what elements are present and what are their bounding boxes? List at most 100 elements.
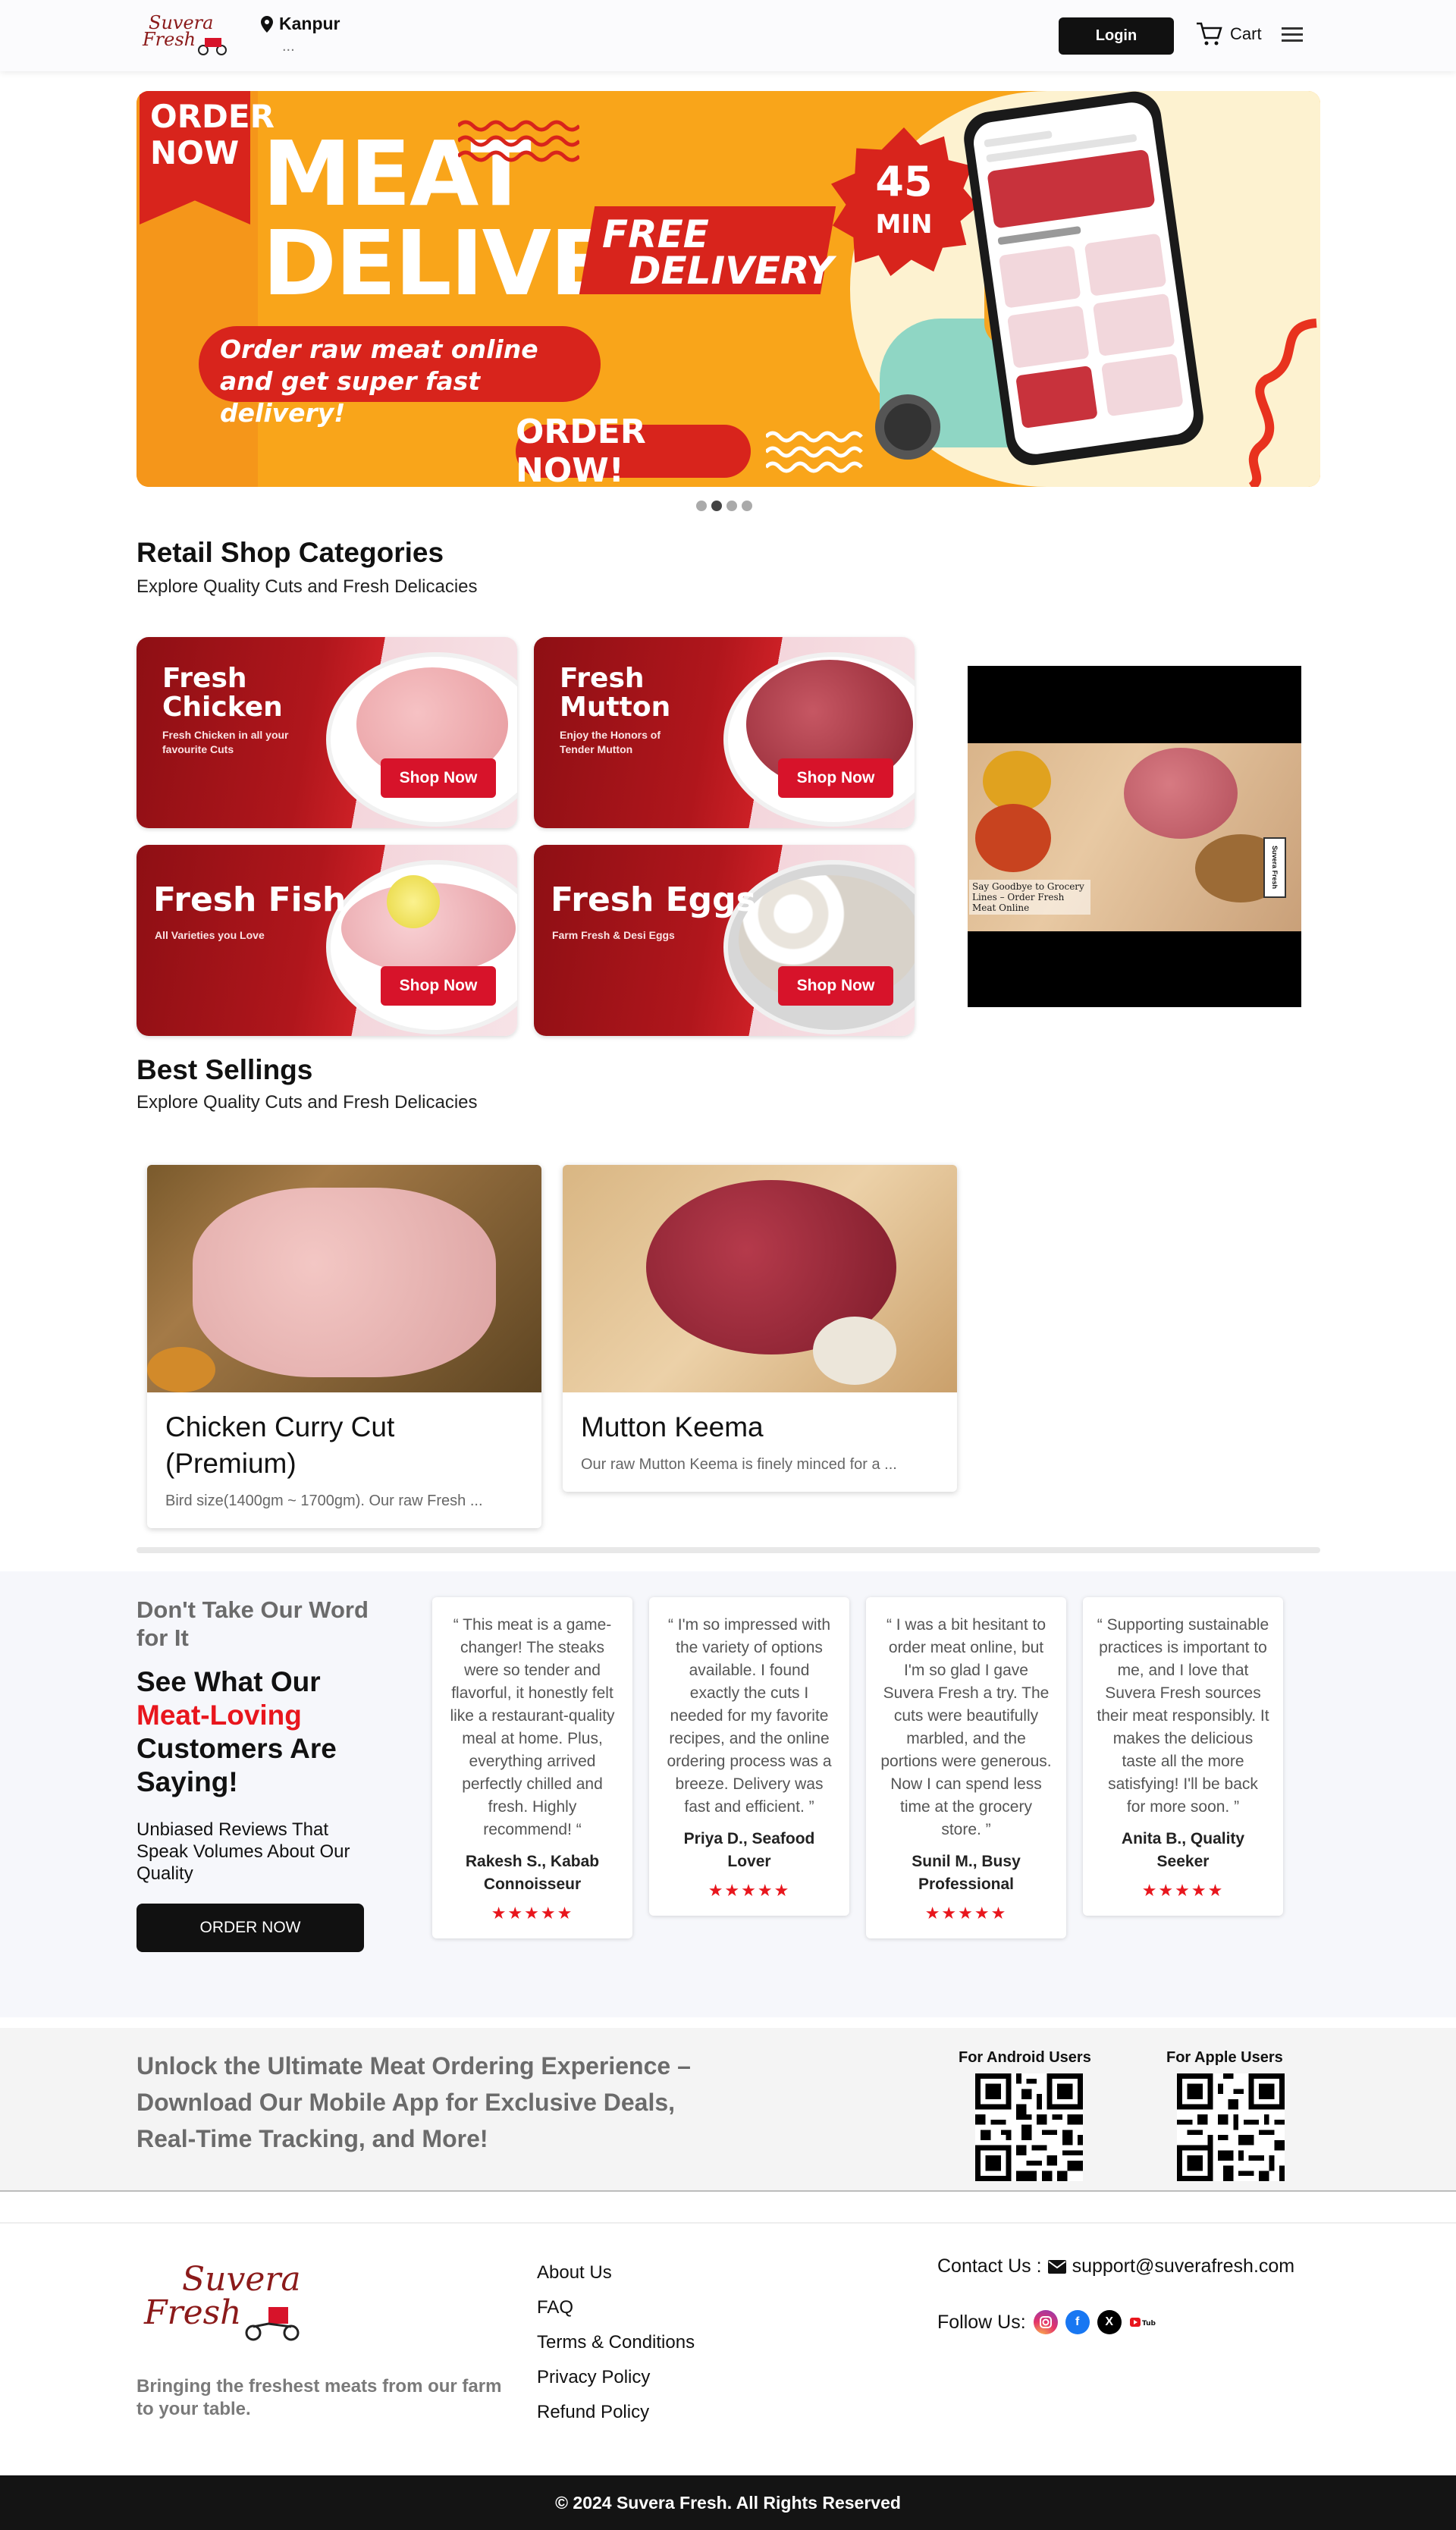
category-card-fish[interactable]: Fresh Fish All Varieties you Love Shop N…: [136, 845, 517, 1036]
category-title: Fresh Mutton: [560, 663, 671, 723]
category-title: Fresh Eggs: [551, 880, 756, 919]
shop-now-button[interactable]: Shop Now: [778, 758, 893, 798]
apple-qr-code-icon[interactable]: [1177, 2073, 1285, 2181]
location-subtext: ...: [282, 38, 295, 55]
location-city: Kanpur: [279, 14, 340, 33]
wave-decoration-icon: [766, 431, 863, 473]
swirl-decoration-icon: [1248, 319, 1317, 487]
follow-label: Follow Us:: [937, 2311, 1026, 2333]
facebook-icon[interactable]: f: [1065, 2310, 1090, 2334]
wave-decoration-icon: [458, 120, 579, 162]
free-delivery-badge: FREE DELIVERY: [579, 206, 836, 294]
video-frame-image: Say Goodbye to Grocery Lines – Order Fre…: [968, 743, 1301, 931]
badge-unit: MIN: [875, 209, 933, 240]
mail-icon: [1047, 2259, 1066, 2274]
android-label: For Android Users: [959, 2049, 1091, 2066]
categories-title: Retail Shop Categories: [136, 537, 444, 568]
product-name[interactable]: Mutton Keema: [563, 1392, 957, 1445]
product-card-chicken-curry-cut[interactable]: Chicken Curry Cut (Premium) Bird size(14…: [147, 1165, 541, 1528]
testimonial-author: Sunil M., Busy Professional: [912, 1853, 1021, 1893]
site-header: Suvera Fresh Kanpur ... Login Cart: [0, 0, 1456, 71]
category-desc: Enjoy the Honors of Tender Mutton: [560, 729, 661, 755]
lemon-image: [387, 875, 440, 928]
footer-link-faq[interactable]: FAQ: [537, 2290, 695, 2325]
hero-order-now-button[interactable]: ORDER NOW!: [516, 413, 751, 487]
footer-links: About Us FAQ Terms & Conditions Privacy …: [537, 2255, 695, 2430]
testimonial-card: “ Supporting sustainable practices is im…: [1083, 1597, 1283, 1916]
delivery-text: DELIVERY: [629, 249, 834, 293]
android-qr-code-icon[interactable]: [975, 2073, 1083, 2181]
login-button[interactable]: Login: [1059, 17, 1174, 55]
footer-link-about[interactable]: About Us: [537, 2255, 695, 2290]
testimonial-author: Rakesh S., Kabab Connoisseur: [465, 1853, 600, 1893]
svg-text:Tube: Tube: [1142, 2320, 1156, 2328]
location-selector[interactable]: Kanpur: [261, 14, 340, 34]
product-desc: Our raw Mutton Keema is finely minced fo…: [581, 1456, 897, 1473]
promo-video[interactable]: Say Goodbye to Grocery Lines – Order Fre…: [968, 666, 1301, 1007]
cart-button[interactable]: Cart: [1195, 21, 1262, 47]
testimonial-card: “ I'm so impressed with the variety of o…: [649, 1597, 849, 1916]
carousel-dot-active[interactable]: [711, 501, 722, 511]
footer-link-privacy[interactable]: Privacy Policy: [537, 2360, 695, 2395]
carousel-dot[interactable]: [726, 501, 737, 511]
cart-label: Cart: [1230, 24, 1262, 43]
testimonial-quote: “ I'm so impressed with the variety of o…: [667, 1616, 832, 1816]
shop-now-button[interactable]: Shop Now: [381, 966, 496, 1006]
category-title: Fresh Chicken: [162, 663, 283, 723]
category-card-eggs[interactable]: Fresh Eggs Farm Fresh & Desi Eggs Shop N…: [534, 845, 915, 1036]
product-card-mutton-keema[interactable]: Mutton Keema Our raw Mutton Keema is fin…: [563, 1165, 957, 1492]
category-desc: All Varieties you Love: [155, 929, 265, 941]
cart-icon: [1197, 22, 1222, 46]
product-image: [147, 1165, 541, 1392]
category-desc: Farm Fresh & Desi Eggs: [552, 929, 675, 941]
testimonial-author: Priya D., Seafood Lover: [683, 1830, 815, 1870]
45-min-badge: 45 MIN: [830, 127, 978, 276]
order-now-button[interactable]: ORDER NOW: [136, 1904, 364, 1952]
rating-stars-icon: ★★★★★: [491, 1904, 574, 1923]
shop-now-button[interactable]: Shop Now: [381, 758, 496, 798]
svg-text:Fresh: Fresh: [142, 29, 196, 50]
svg-text:Fresh: Fresh: [143, 2293, 242, 2332]
testimonial-card: “ This meat is a game-changer! The steak…: [432, 1597, 632, 1938]
footer-link-refund[interactable]: Refund Policy: [537, 2395, 695, 2430]
carousel-dot[interactable]: [742, 501, 752, 511]
hero-tagline-pill: Order raw meat online and get super fast…: [199, 326, 601, 428]
section-divider: [136, 1547, 1320, 1553]
category-card-chicken[interactable]: Fresh Chicken Fresh Chicken in all your …: [136, 637, 517, 828]
testimonial-author: Anita B., Quality Seeker: [1121, 1830, 1245, 1870]
testimonials-paragraph: Unbiased Reviews That Speak Volumes Abou…: [136, 1819, 350, 1884]
product-image: [563, 1165, 957, 1392]
best-sellings-title: Best Sellings: [136, 1054, 313, 1085]
category-card-mutton[interactable]: Fresh Mutton Enjoy the Honors of Tender …: [534, 637, 915, 828]
follow-us: Follow Us: f X Tube: [937, 2310, 1156, 2334]
rating-stars-icon: ★★★★★: [1141, 1881, 1225, 1900]
turmeric-bowl: [983, 751, 1051, 811]
shop-now-button[interactable]: Shop Now: [778, 966, 893, 1006]
x-icon[interactable]: X: [1097, 2310, 1122, 2334]
product-name[interactable]: Chicken Curry Cut (Premium): [147, 1392, 541, 1482]
location-pin-icon: [261, 15, 273, 33]
footer-link-terms[interactable]: Terms & Conditions: [537, 2325, 695, 2360]
contact-email[interactable]: support@suverafresh.com: [1072, 2255, 1295, 2277]
testimonial-quote: “ I was a bit hesitant to order meat onl…: [880, 1616, 1052, 1838]
testimonial-quote: “ Supporting sustainable practices is im…: [1097, 1616, 1269, 1816]
carousel-dots: [696, 501, 752, 511]
apple-label: For Apple Users: [1166, 2049, 1283, 2066]
badge-number: 45: [875, 158, 933, 206]
video-caption: Say Goodbye to Grocery Lines – Order Fre…: [969, 880, 1090, 915]
testimonials-subheading: See What Our Meat-Loving Customers Are S…: [136, 1666, 337, 1797]
scooter-wheel-icon: [875, 394, 940, 460]
footer-suvera-fresh-logo[interactable]: Suvera Fresh: [140, 2257, 305, 2342]
suvera-fresh-logo[interactable]: Suvera Fresh: [140, 9, 229, 56]
hero-banner[interactable]: ORDER NOW MEAT DELIVERY FREE DELIVERY Or…: [136, 91, 1320, 487]
instagram-icon[interactable]: [1033, 2310, 1058, 2334]
categories-subtitle: Explore Quality Cuts and Fresh Delicacie…: [136, 576, 478, 597]
category-desc: Fresh Chicken in all your favourite Cuts: [162, 729, 289, 755]
minced-meat-image: [1124, 748, 1238, 839]
testimonial-quote: “ This meat is a game-changer! The steak…: [450, 1616, 615, 1838]
youtube-icon[interactable]: Tube: [1129, 2310, 1156, 2334]
product-desc: Bird size(1400gm ~ 1700gm). Our raw Fres…: [165, 1493, 483, 1509]
carousel-dot[interactable]: [696, 501, 707, 511]
rating-stars-icon: ★★★★★: [708, 1881, 791, 1900]
hamburger-menu-icon[interactable]: [1282, 26, 1303, 42]
